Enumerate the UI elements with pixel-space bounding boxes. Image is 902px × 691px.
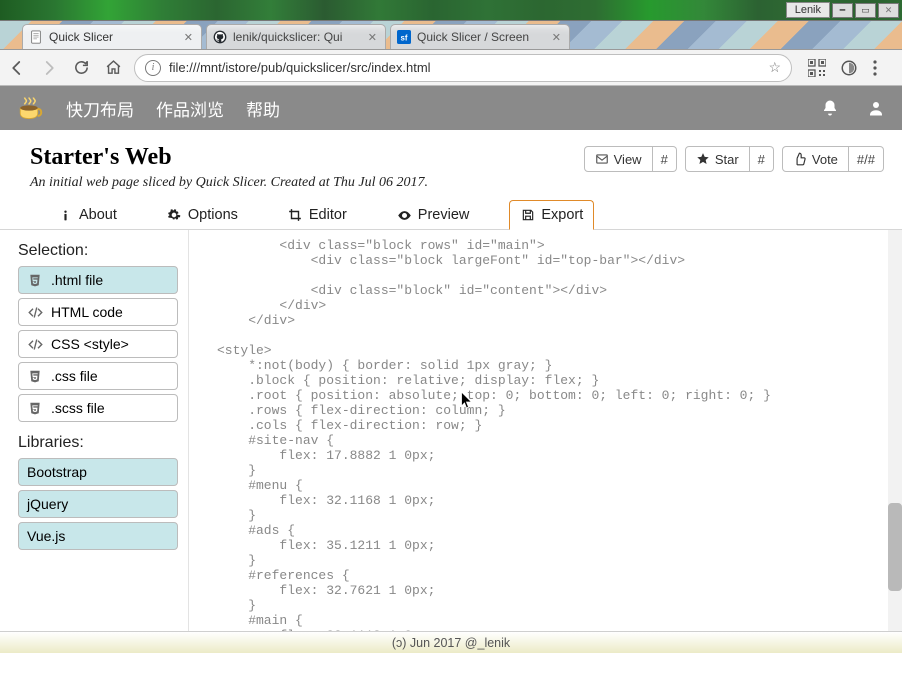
browser-tab-label: lenik/quickslicer: Qui (233, 30, 366, 44)
nav-link-browse[interactable]: 作品浏览 (156, 96, 224, 121)
sidebar-item-html-code[interactable]: HTML code (18, 298, 178, 326)
star-button[interactable]: Star (685, 146, 750, 172)
vote-count[interactable]: #/# (849, 146, 884, 172)
favicon-github-icon (213, 30, 227, 44)
tab-editor[interactable]: Editor (278, 200, 357, 230)
nav-reload-button[interactable] (70, 57, 92, 79)
os-close-button[interactable]: ✕ (878, 3, 899, 18)
sidebar-item-bootstrap[interactable]: Bootstrap (18, 458, 178, 486)
os-minimize-button[interactable]: ━ (832, 3, 853, 18)
tab-preview[interactable]: Preview (387, 200, 480, 230)
tab-export[interactable]: Export (509, 200, 594, 230)
sidebar-item-html-file[interactable]: .html file (18, 266, 178, 294)
sidebar-item-scss-file[interactable]: .scss file (18, 394, 178, 422)
nav-link-layout[interactable]: 快刀布局 (66, 96, 134, 121)
browser-tab-label: Quick Slicer / Screen (417, 30, 550, 44)
tab-about[interactable]: About (48, 200, 127, 230)
vote-button[interactable]: Vote (782, 146, 849, 172)
sidebar-heading-libraries: Libraries: (18, 434, 178, 452)
os-maximize-button[interactable]: ▭ (855, 3, 876, 18)
app-logo-icon[interactable] (14, 93, 44, 123)
tab-close-icon[interactable]: ✕ (550, 31, 563, 44)
settings-icon[interactable] (870, 57, 892, 79)
css3-icon (27, 368, 43, 384)
scrollbar-thumb[interactable] (888, 503, 902, 591)
site-info-icon[interactable]: i (145, 60, 161, 76)
export-code-block[interactable]: <div class="block rows" id="main"> <div … (189, 230, 902, 631)
footer-text: (ɔ) Jun 2017 @_lenik (392, 636, 510, 650)
page-subtitle: An initial web page sliced by Quick Slic… (30, 175, 572, 191)
browser-tab-active[interactable]: Quick Slicer ✕ (22, 24, 202, 49)
nav-back-button[interactable] (6, 57, 28, 79)
html5-icon (27, 272, 43, 288)
info-icon (58, 208, 73, 223)
tab-close-icon[interactable]: ✕ (182, 31, 195, 44)
mail-icon (595, 152, 609, 166)
tab-close-icon[interactable]: ✕ (366, 31, 379, 44)
svg-text:sf: sf (401, 34, 408, 43)
code-icon (27, 304, 43, 320)
code-icon (27, 336, 43, 352)
bookmark-star-icon[interactable]: ☆ (768, 59, 781, 76)
tab-options[interactable]: Options (157, 200, 248, 230)
save-icon (520, 208, 535, 223)
main-area: Selection: .html file HTML code CSS <sty… (0, 230, 902, 631)
eye-icon (397, 208, 412, 223)
notifications-icon[interactable] (818, 96, 842, 120)
crop-icon (288, 208, 303, 223)
favicon-doc-icon (29, 30, 43, 44)
page-footer: (ɔ) Jun 2017 @_lenik (0, 631, 902, 653)
extension-icon[interactable] (838, 57, 860, 79)
browser-tabstrip: Quick Slicer ✕ lenik/quickslicer: Qui ✕ … (0, 21, 902, 50)
css3-icon (27, 400, 43, 416)
browser-toolbar: i file:///mnt/istore/pub/quickslicer/src… (0, 50, 902, 86)
omnibox[interactable]: i file:///mnt/istore/pub/quickslicer/src… (134, 54, 792, 82)
sidebar-item-css-style[interactable]: CSS <style> (18, 330, 178, 358)
os-titlebar: Lenik ━ ▭ ✕ (0, 0, 902, 21)
browser-tab-label: Quick Slicer (49, 30, 182, 44)
favicon-sf-icon: sf (397, 30, 411, 44)
header-button-group: View # Star # Vote #/# (584, 144, 884, 172)
star-icon (696, 152, 710, 166)
view-count[interactable]: # (653, 146, 677, 172)
star-count[interactable]: # (750, 146, 774, 172)
qr-icon[interactable] (806, 57, 828, 79)
sidebar: Selection: .html file HTML code CSS <sty… (0, 230, 188, 631)
gear-icon (167, 208, 182, 223)
app-navbar: 快刀布局 作品浏览 帮助 (0, 86, 902, 130)
view-button[interactable]: View (584, 146, 653, 172)
sidebar-item-jquery[interactable]: jQuery (18, 490, 178, 518)
browser-tab[interactable]: lenik/quickslicer: Qui ✕ (206, 24, 386, 49)
nav-home-button[interactable] (102, 57, 124, 79)
os-window-title: Lenik (786, 2, 830, 18)
user-icon[interactable] (864, 96, 888, 120)
omnibox-url: file:///mnt/istore/pub/quickslicer/src/i… (169, 60, 760, 75)
thumbs-up-icon (793, 152, 807, 166)
nav-forward-button[interactable] (38, 57, 60, 79)
sidebar-item-vuejs[interactable]: Vue.js (18, 522, 178, 550)
vertical-scrollbar[interactable] (888, 230, 902, 631)
browser-tab[interactable]: sf Quick Slicer / Screen ✕ (390, 24, 570, 49)
sidebar-item-css-file[interactable]: .css file (18, 362, 178, 390)
sidebar-heading-selection: Selection: (18, 242, 178, 260)
page-header: Starter's Web An initial web page sliced… (0, 130, 902, 199)
page-title: Starter's Web (30, 144, 572, 171)
app-tabs: About Options Editor Preview Export (0, 199, 902, 230)
nav-link-help[interactable]: 帮助 (246, 96, 280, 121)
code-pane: <div class="block rows" id="main"> <div … (188, 230, 902, 631)
